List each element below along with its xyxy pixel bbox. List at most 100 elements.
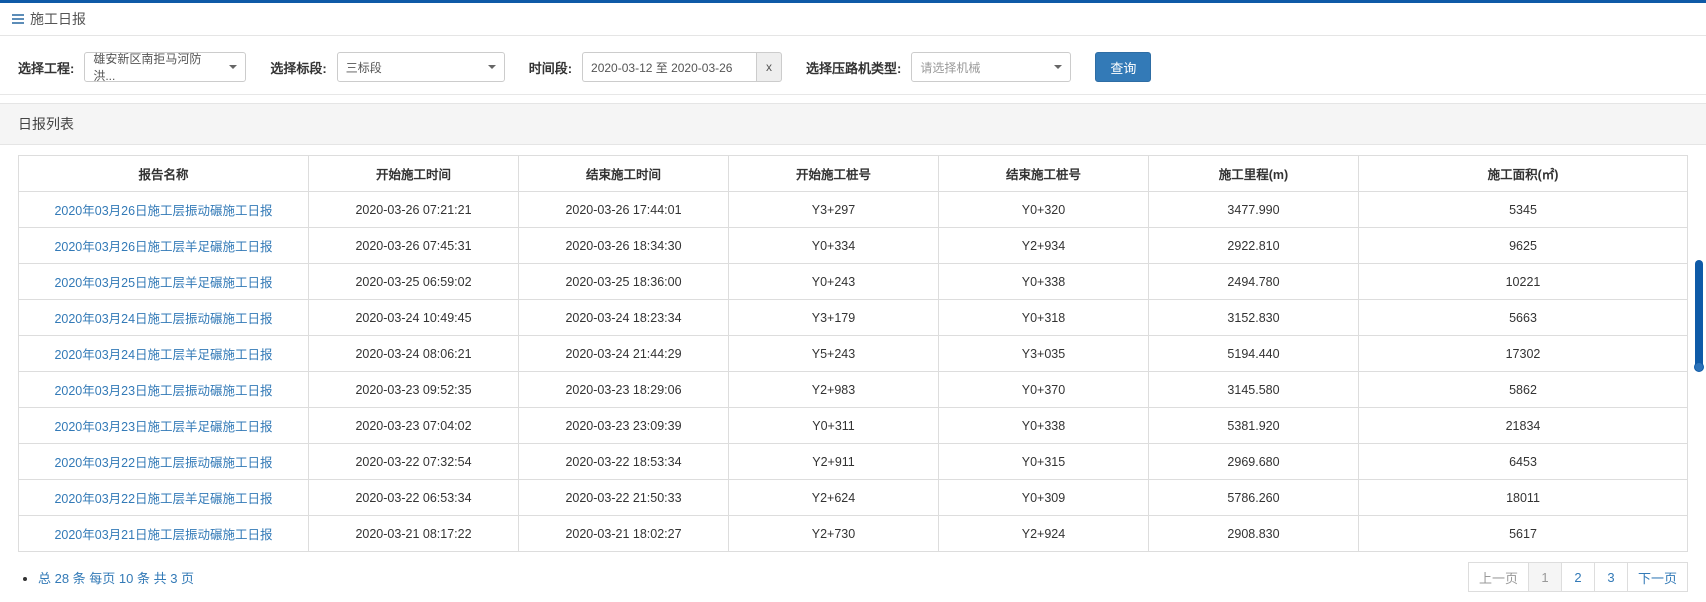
cell-mileage: 2969.680 bbox=[1149, 444, 1359, 480]
table-row: 2020年03月22日施工层羊足碾施工日报 2020-03-22 06:53:34… bbox=[19, 480, 1688, 516]
section-title: 日报列表 bbox=[0, 103, 1706, 145]
cell-report-name: 2020年03月26日施工层振动碾施工日报 bbox=[19, 192, 309, 228]
cell-report-name: 2020年03月22日施工层振动碾施工日报 bbox=[19, 444, 309, 480]
table-row: 2020年03月25日施工层羊足碾施工日报2020-03-25 06:59:02… bbox=[19, 264, 1688, 300]
cell-mileage: 2494.780 bbox=[1149, 264, 1359, 300]
report-link[interactable]: 2020年03月24日施工层羊足碾施工日报 bbox=[54, 348, 272, 362]
machine-label: 选择压路机类型: bbox=[806, 58, 901, 77]
cell-mileage: 3477.990 bbox=[1149, 192, 1359, 228]
date-clear-button[interactable]: x bbox=[756, 52, 782, 82]
cell-end-pile: Y0+338 bbox=[939, 264, 1149, 300]
cell-start-time: 2020-03-23 07:04:02 bbox=[309, 408, 519, 444]
cell-area: 21834 bbox=[1359, 408, 1688, 444]
cell-report-name: 2020年03月23日施工层振动碾施工日报 bbox=[19, 372, 309, 408]
section-select[interactable]: 三标段 bbox=[337, 52, 505, 82]
cell-start-pile: Y3+179 bbox=[729, 300, 939, 336]
cell-end-pile: Y3+035 bbox=[939, 336, 1149, 372]
cell-area: 6453 bbox=[1359, 444, 1688, 480]
cell-mileage: 3145.580 bbox=[1149, 372, 1359, 408]
date-range-group: 2020-03-12 至 2020-03-26 x bbox=[582, 52, 782, 82]
cell-area: 17302 bbox=[1359, 336, 1688, 372]
table-row: 2020年03月21日施工层振动碾施工日报2020-03-21 08:17:22… bbox=[19, 516, 1688, 552]
cell-end-time: 2020-03-23 23:09:39 bbox=[519, 408, 729, 444]
cell-start-pile: Y5+243 bbox=[729, 336, 939, 372]
cell-area: 10221 bbox=[1359, 264, 1688, 300]
cell-end-time: 2020-03-24 21:44:29 bbox=[519, 336, 729, 372]
cell-area: 5345 bbox=[1359, 192, 1688, 228]
cell-mileage: 2922.810 bbox=[1149, 228, 1359, 264]
table-row: 2020年03月24日施工层振动碾施工日报2020-03-24 10:49:45… bbox=[19, 300, 1688, 336]
report-link[interactable]: 2020年03月26日施工层羊足碾施工日报 bbox=[54, 240, 272, 254]
chevron-down-icon bbox=[1054, 65, 1062, 69]
report-link[interactable]: 2020年03月21日施工层振动碾施工日报 bbox=[54, 528, 272, 542]
cell-area: 9625 bbox=[1359, 228, 1688, 264]
cell-start-time: 2020-03-26 07:21:21 bbox=[309, 192, 519, 228]
cell-end-pile: Y2+934 bbox=[939, 228, 1149, 264]
cell-area: 18011 bbox=[1359, 480, 1688, 516]
cell-end-pile: Y0+318 bbox=[939, 300, 1149, 336]
scrollbar-thumb-icon[interactable] bbox=[1694, 362, 1704, 372]
project-select[interactable]: 雄安新区南拒马河防洪... bbox=[84, 52, 246, 82]
cell-start-pile: Y3+297 bbox=[729, 192, 939, 228]
cell-mileage: 2908.830 bbox=[1149, 516, 1359, 552]
table-row: 2020年03月24日施工层羊足碾施工日报2020-03-24 08:06:21… bbox=[19, 336, 1688, 372]
query-button[interactable]: 查询 bbox=[1095, 52, 1151, 82]
report-link[interactable]: 2020年03月26日施工层振动碾施工日报 bbox=[54, 204, 272, 218]
report-link[interactable]: 2020年03月22日施工层羊足碾施工日报 bbox=[54, 492, 272, 506]
col-mileage: 施工里程(m) bbox=[1149, 156, 1359, 192]
report-link[interactable]: 2020年03月22日施工层振动碾施工日报 bbox=[54, 456, 272, 470]
col-area: 施工面积(㎡) bbox=[1359, 156, 1688, 192]
table-wrap: 报告名称 开始施工时间 结束施工时间 开始施工桩号 结束施工桩号 施工里程(m)… bbox=[0, 145, 1706, 558]
table-header-row: 报告名称 开始施工时间 结束施工时间 开始施工桩号 结束施工桩号 施工里程(m)… bbox=[19, 156, 1688, 192]
cell-end-time: 2020-03-25 18:36:00 bbox=[519, 264, 729, 300]
col-end-pile: 结束施工桩号 bbox=[939, 156, 1149, 192]
cell-area: 5862 bbox=[1359, 372, 1688, 408]
table-row: 2020年03月23日施工层羊足碾施工日报 2020-03-23 07:04:02… bbox=[19, 408, 1688, 444]
cell-start-pile: Y2+911 bbox=[729, 444, 939, 480]
cell-end-time: 2020-03-22 18:53:34 bbox=[519, 444, 729, 480]
report-link[interactable]: 2020年03月24日施工层振动碾施工日报 bbox=[54, 312, 272, 326]
pagination-next[interactable]: 下一页 bbox=[1627, 562, 1688, 592]
date-range-input[interactable]: 2020-03-12 至 2020-03-26 bbox=[582, 52, 756, 82]
pagination-prev: 上一页 bbox=[1468, 562, 1529, 592]
cell-start-time: 2020-03-26 07:45:31 bbox=[309, 228, 519, 264]
cell-report-name: 2020年03月24日施工层羊足碾施工日报 bbox=[19, 336, 309, 372]
cell-end-pile: Y0+320 bbox=[939, 192, 1149, 228]
pagination-page-2[interactable]: 2 bbox=[1561, 562, 1595, 592]
report-link[interactable]: 2020年03月23日施工层羊足碾施工日报 bbox=[54, 420, 272, 434]
report-link[interactable]: 2020年03月23日施工层振动碾施工日报 bbox=[54, 384, 272, 398]
date-label: 时间段: bbox=[529, 58, 572, 77]
cell-start-time: 2020-03-23 09:52:35 bbox=[309, 372, 519, 408]
cell-start-pile: Y2+624 bbox=[729, 480, 939, 516]
cell-start-time: 2020-03-22 06:53:34 bbox=[309, 480, 519, 516]
scrollbar-track[interactable] bbox=[1695, 260, 1703, 370]
machine-select-placeholder: 请选择机械 bbox=[920, 59, 980, 76]
cell-report-name: 2020年03月21日施工层振动碾施工日报 bbox=[19, 516, 309, 552]
cell-end-time: 2020-03-26 17:44:01 bbox=[519, 192, 729, 228]
cell-start-time: 2020-03-22 07:32:54 bbox=[309, 444, 519, 480]
cell-start-pile: Y0+243 bbox=[729, 264, 939, 300]
cell-start-pile: Y2+730 bbox=[729, 516, 939, 552]
machine-select[interactable]: 请选择机械 bbox=[911, 52, 1071, 82]
cell-end-time: 2020-03-26 18:34:30 bbox=[519, 228, 729, 264]
cell-report-name: 2020年03月23日施工层羊足碾施工日报 bbox=[19, 408, 309, 444]
cell-end-pile: Y2+924 bbox=[939, 516, 1149, 552]
cell-end-pile: Y0+315 bbox=[939, 444, 1149, 480]
cell-end-time: 2020-03-22 21:50:33 bbox=[519, 480, 729, 516]
cell-mileage: 5194.440 bbox=[1149, 336, 1359, 372]
cell-report-name: 2020年03月24日施工层振动碾施工日报 bbox=[19, 300, 309, 336]
cell-end-pile: Y0+309 bbox=[939, 480, 1149, 516]
query-button-label: 查询 bbox=[1110, 61, 1136, 76]
section-label: 选择标段: bbox=[270, 58, 326, 77]
cell-end-time: 2020-03-21 18:02:27 bbox=[519, 516, 729, 552]
pagination-page-1: 1 bbox=[1528, 562, 1562, 592]
cell-start-pile: Y0+334 bbox=[729, 228, 939, 264]
pagination: 上一页123下一页 bbox=[1469, 562, 1688, 592]
cell-end-time: 2020-03-23 18:29:06 bbox=[519, 372, 729, 408]
report-link[interactable]: 2020年03月25日施工层羊足碾施工日报 bbox=[54, 276, 272, 290]
table-footer: 总 28 条 每页 10 条 共 3 页 上一页123下一页 bbox=[0, 558, 1706, 602]
table-row: 2020年03月26日施工层振动碾施工日报 2020-03-26 07:21:21… bbox=[19, 192, 1688, 228]
section-select-value: 三标段 bbox=[346, 59, 382, 76]
cell-mileage: 5381.920 bbox=[1149, 408, 1359, 444]
pagination-page-3[interactable]: 3 bbox=[1594, 562, 1628, 592]
